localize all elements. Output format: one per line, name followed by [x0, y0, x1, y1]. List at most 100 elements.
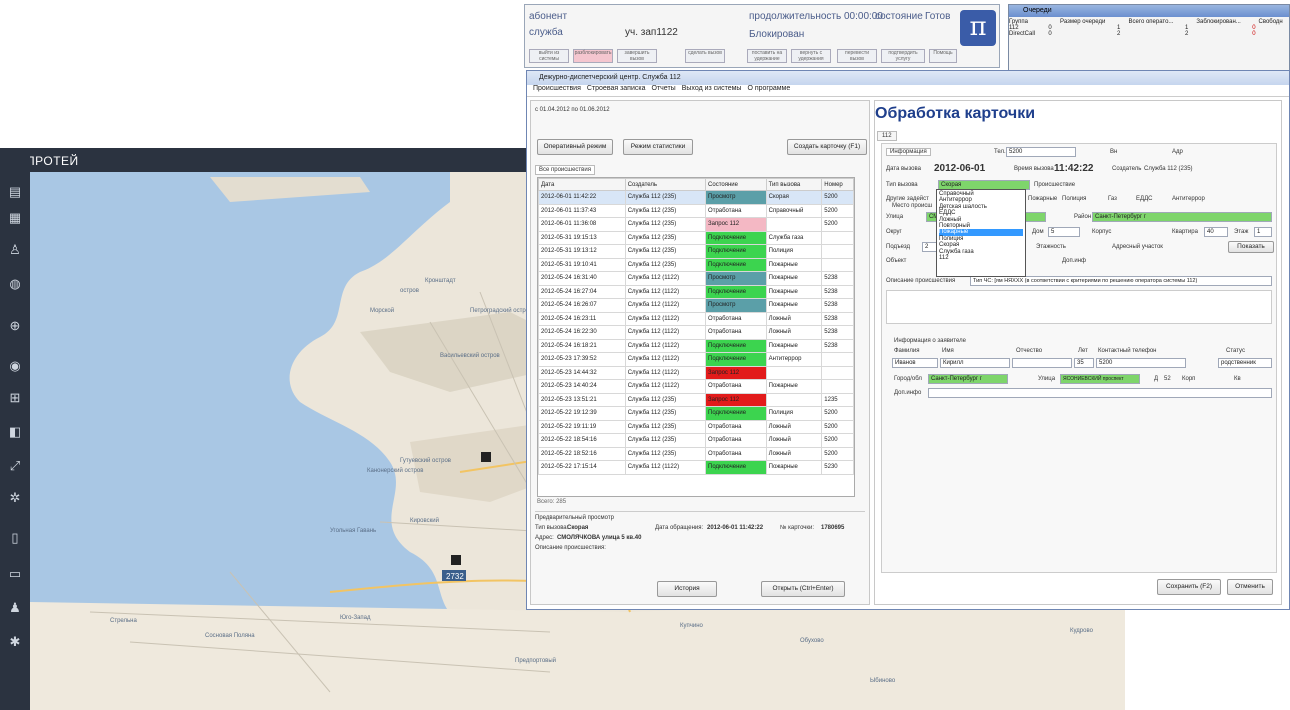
- check-antiterror[interactable]: Антитеррор: [1172, 196, 1205, 202]
- compass-icon[interactable]: ⊕: [7, 318, 23, 334]
- menu-reports[interactable]: Отчеты: [652, 85, 676, 96]
- menu-logout[interactable]: Выход из системы: [682, 85, 742, 96]
- incident-table-wrap[interactable]: Дата Создатель Состояние Тип вызова Номе…: [537, 177, 855, 497]
- check-fire[interactable]: Пожарные: [1028, 196, 1057, 202]
- check-police[interactable]: Полиция: [1062, 196, 1086, 202]
- district-select[interactable]: Санкт-Петербург г: [1092, 212, 1272, 222]
- tel-input[interactable]: 5200: [1006, 147, 1076, 157]
- street2-select[interactable]: ЯСОНИЕВСКИЙ проспект: [1060, 374, 1140, 384]
- table-cell: Служба 112 (1122): [624, 338, 707, 353]
- document-icon[interactable]: ▯: [7, 530, 23, 546]
- firstname-input[interactable]: Кирилл: [940, 358, 1010, 368]
- table-cell: 2012-06-01 11:36:08: [538, 217, 626, 232]
- camera-icon[interactable]: ◉: [7, 358, 23, 374]
- unblock-button[interactable]: разблокировать: [573, 49, 613, 63]
- car-icon[interactable]: ◧: [7, 424, 23, 440]
- card-tab-112[interactable]: 112: [877, 131, 897, 141]
- vehicle-marker[interactable]: [451, 555, 461, 565]
- save-button[interactable]: Сохранить (F2): [1157, 579, 1221, 595]
- logout-button[interactable]: выйти из системы: [529, 49, 569, 63]
- user-icon[interactable]: ♟: [7, 600, 23, 616]
- table-row[interactable]: 2012-05-24 16:26:07 Служба 112 (1122) Прос…: [538, 298, 854, 313]
- confirm-service-button[interactable]: подтвердить услугу: [881, 49, 925, 63]
- col-number[interactable]: Номер: [821, 178, 854, 191]
- age-input[interactable]: 35: [1074, 358, 1094, 368]
- call-type-dropdown[interactable]: Справочный Антитеррор Детская шалость ЕДДС Л…: [936, 189, 1026, 277]
- table-row[interactable]: 2012-05-24 16:31:40 Служба 112 (1122) Прос…: [538, 271, 854, 286]
- floor-input[interactable]: 1: [1254, 227, 1272, 237]
- table-row[interactable]: 2012-05-24 16:27:04 Служба 112 (1122) Подк…: [538, 284, 854, 299]
- table-row[interactable]: 2012-05-31 19:15:13 Служба 112 (235) Подкл…: [538, 230, 854, 245]
- hold-button[interactable]: поставить на удержание: [747, 49, 787, 63]
- gear-icon[interactable]: ✲: [7, 490, 23, 506]
- check-gas[interactable]: Газ: [1108, 196, 1117, 202]
- stats-mode-button[interactable]: Режим статистики: [623, 139, 693, 155]
- table-row[interactable]: 2012-06-01 11:42:22 Служба 112 (235) Просм…: [538, 190, 854, 205]
- city-select[interactable]: Санкт-Петербург г: [928, 374, 1008, 384]
- patronymic-input[interactable]: [1012, 358, 1072, 368]
- menu-incidents[interactable]: Происшествия: [533, 85, 581, 96]
- col-type[interactable]: Тип вызова: [765, 178, 823, 191]
- status-select[interactable]: родственник: [1218, 358, 1272, 368]
- show-button[interactable]: Показать: [1228, 241, 1274, 253]
- truck-icon[interactable]: ▤: [7, 184, 23, 200]
- apt2-label: Кв: [1234, 376, 1241, 382]
- table-row[interactable]: 2012-05-31 19:10:41 Служба 112 (235) Подкл…: [538, 257, 854, 272]
- menu-roster[interactable]: Строевая записка: [587, 85, 646, 96]
- end-call-button[interactable]: завершить вызов: [617, 49, 657, 63]
- house-input[interactable]: 5: [1048, 227, 1080, 237]
- table-row[interactable]: 2012-05-22 19:11:19 Служба 112 (235) Отраб…: [538, 419, 854, 434]
- transfer-button[interactable]: перевести вызов: [837, 49, 877, 63]
- unhold-button[interactable]: вернуть с удержания: [791, 49, 831, 63]
- vehicle-marker[interactable]: [481, 452, 491, 462]
- col-state[interactable]: Состояние: [705, 178, 767, 191]
- additional-info2-input[interactable]: [928, 388, 1272, 398]
- table-row[interactable]: 2012-05-23 14:40:24 Служба 112 (1122) Отра…: [538, 379, 854, 394]
- create-card-button[interactable]: Создать карточку (F1): [787, 139, 867, 155]
- lastname-input[interactable]: Иванов: [892, 358, 938, 368]
- menu-about[interactable]: О программе: [747, 85, 790, 96]
- grid-icon[interactable]: ▦: [7, 210, 23, 226]
- open-card-button[interactable]: Открыть (Ctrl+Enter): [761, 581, 845, 597]
- description-textarea[interactable]: [886, 290, 1272, 324]
- table-cell: Подключение: [705, 257, 767, 272]
- table-row[interactable]: 2012-05-22 18:52:16 Служба 112 (235) Отраб…: [538, 446, 854, 461]
- tab-all-incidents[interactable]: Все происшествия: [535, 165, 595, 175]
- map-badge-text: 2732: [446, 572, 464, 581]
- table-row[interactable]: 2012-05-23 14:44:32 Служба 112 (1122) Запр…: [538, 365, 854, 380]
- apartment-input[interactable]: 40: [1204, 227, 1228, 237]
- table-row[interactable]: 2012-06-01 11:36:08 Служба 112 (235) Запро…: [538, 217, 854, 232]
- list-icon[interactable]: ▭: [7, 566, 23, 582]
- table-row[interactable]: 2012-05-31 19:13:12 Служба 112 (235) Подкл…: [538, 244, 854, 259]
- help-button[interactable]: Помощь: [929, 49, 957, 63]
- expand-icon[interactable]: ⤢: [7, 458, 23, 474]
- table-row[interactable]: 2012-05-23 13:51:21 Служба 112 (235) Запро…: [538, 392, 854, 407]
- table-row[interactable]: 2012-05-23 17:39:52 Служба 112 (1122) Подк…: [538, 352, 854, 367]
- table-row[interactable]: 2012-05-24 16:22:30 Служба 112 (1122) Отра…: [538, 325, 854, 340]
- person-icon[interactable]: ♙: [7, 242, 23, 258]
- cancel-button[interactable]: Отменить: [1227, 579, 1273, 595]
- table-row[interactable]: 2012-05-24 16:23:11 Служба 112 (1122) Отра…: [538, 311, 854, 326]
- table-row[interactable]: 2012-06-01 11:37:43 Служба 112 (235) Отраб…: [538, 203, 854, 218]
- globe-icon[interactable]: ◍: [7, 276, 23, 292]
- preview-desc-label: Описание происшествия:: [535, 545, 606, 551]
- col-date[interactable]: Дата: [538, 178, 626, 191]
- settings-icon[interactable]: ✱: [7, 634, 23, 650]
- phone-input[interactable]: 5200: [1096, 358, 1186, 368]
- operative-mode-button[interactable]: Оперативный режим: [537, 139, 613, 155]
- table-row[interactable]: 2012-05-24 16:18:21 Служба 112 (1122) Подк…: [538, 338, 854, 353]
- car-front-icon[interactable]: ⊞: [7, 390, 23, 406]
- check-edds[interactable]: ЕДДС: [1136, 196, 1152, 202]
- dropdown-option[interactable]: 112: [939, 255, 1023, 261]
- table-row[interactable]: DirectCall 0 2 2 0: [1009, 31, 1289, 37]
- description-select[interactable]: Тип ЧС: [ям НЯХХХ (в соответствии с крит…: [970, 276, 1272, 286]
- table-row[interactable]: 2012-05-22 17:15:14 Служба 112 (1122) Подк…: [538, 460, 854, 475]
- table-row[interactable]: 2012-05-22 18:54:16 Служба 112 (235) Отраб…: [538, 433, 854, 448]
- history-button[interactable]: История: [657, 581, 717, 597]
- col-creator[interactable]: Создатель: [624, 178, 707, 191]
- table-cell: 2012-05-24 16:27:04: [538, 284, 626, 299]
- info-tab[interactable]: Информация: [886, 148, 931, 156]
- make-call-button[interactable]: сделать вызов: [685, 49, 725, 63]
- incident-checkbox[interactable]: Происшествие: [1034, 182, 1075, 188]
- table-row[interactable]: 2012-05-22 19:12:39 Служба 112 (235) Подкл…: [538, 406, 854, 421]
